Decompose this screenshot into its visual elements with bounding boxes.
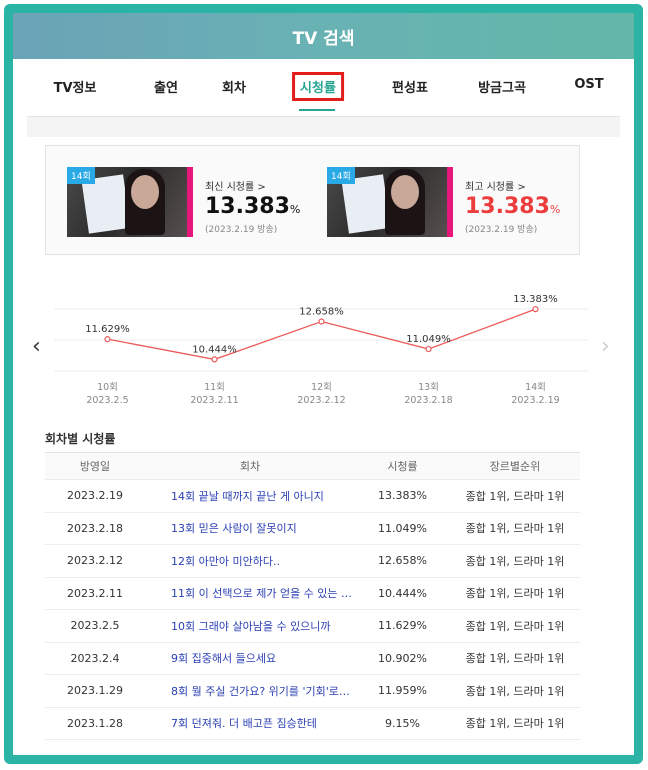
title-bar: TV 검색: [13, 13, 634, 59]
chart-prev-arrow[interactable]: ‹: [32, 334, 41, 359]
data-label: 11.629%: [85, 324, 130, 335]
episode-title-link[interactable]: 13회 믿은 사람이 잘못이지: [145, 520, 355, 536]
table-body: 2023.2.19 14회 끝날 때까지 끝난 게 아니지 13.383% 종합 1위…: [45, 480, 580, 740]
table-row: 2023.1.29 8회 뭘 주실 건가요? 위기를 '기회'로… 11.959% 종…: [45, 675, 580, 708]
x-tick-episode: 10회: [97, 382, 118, 393]
latest-rating-label[interactable]: 최신 시청률 >: [205, 178, 266, 193]
rating-cell: 10.444%: [378, 586, 427, 600]
rating-cell: 9.15%: [385, 716, 420, 730]
x-tick-episode: 14회: [525, 382, 546, 393]
latest-rating-date: (2023.2.19 방송): [205, 225, 278, 235]
table-row: 2023.2.18 13회 믿은 사람이 잘못이지 11.049% 종합 1위, 드라…: [45, 513, 580, 545]
data-label: 10.444%: [192, 344, 237, 355]
genre-rank-cell: 종합 1위, 드라마 1위: [465, 587, 565, 601]
tab-bar: TV정보 출연 회차 시청률 편성표 방금그곡 OST: [27, 59, 620, 117]
air-date-cell: 2023.2.4: [70, 651, 120, 665]
genre-rank-cell: 종합 1위, 드라마 1위: [465, 489, 565, 503]
x-tick-date: 2023.2.18: [404, 395, 452, 406]
air-date-cell: 2023.2.18: [67, 521, 123, 535]
rating-cell: 11.049%: [378, 521, 427, 535]
episode-thumbnail: 14회: [327, 167, 453, 237]
genre-rank-cell: 종합 1위, 드라마 1위: [465, 684, 565, 698]
tab-song-search[interactable]: 방금그곡: [478, 77, 526, 96]
air-date-cell: 2023.1.29: [67, 684, 123, 698]
data-point: [425, 345, 432, 353]
highest-rating-value: 13.383%: [465, 194, 561, 219]
episode-title-link[interactable]: 8회 뭘 주실 건가요? 위기를 '기회'로…: [145, 683, 355, 699]
table-header: 방영일 회차 시청률 장르별순위: [45, 452, 580, 480]
episode-badge: 14회: [327, 167, 355, 184]
rating-cell: 11.959%: [378, 684, 427, 698]
tab-ost[interactable]: OST: [574, 77, 603, 92]
rating-cell: 13.383%: [378, 489, 427, 503]
genre-rank-cell: 종합 1위, 드라마 1위: [465, 619, 565, 633]
data-point: [104, 336, 111, 343]
table-row: 2023.2.19 14회 끝날 때까지 끝난 게 아니지 13.383% 종합 1위…: [45, 480, 580, 513]
section-title: 회차별 시청률: [45, 432, 116, 446]
rating-cell: 10.902%: [378, 651, 427, 665]
air-date-cell: 2023.2.19: [67, 489, 123, 503]
episode-thumbnail: 14회: [67, 167, 193, 237]
air-date-cell: 2023.1.28: [67, 716, 123, 730]
genre-rank-cell: 종합 1위, 드라마 1위: [465, 522, 565, 536]
header-episode: 회차: [239, 460, 261, 473]
x-tick-episode: 13회: [418, 382, 439, 393]
episode-title-link[interactable]: 9회 집중해서 들으세요: [145, 650, 355, 666]
tab-ratings[interactable]: 시청률: [292, 72, 344, 101]
genre-rank-cell: 종합 1위, 드라마 1위: [465, 652, 565, 666]
rating-cell: 12.658%: [378, 554, 427, 568]
chart-next-arrow[interactable]: ›: [601, 334, 610, 359]
episode-title-link[interactable]: 10회 그래야 살아남을 수 있으니까: [145, 618, 355, 634]
data-point: [532, 306, 539, 313]
table-row: 2023.2.4 9회 집중해서 들으세요 10.902% 종합 1위, 드라마 1위: [45, 643, 580, 675]
episode-title-link[interactable]: 11회 이 선택으로 제가 얻을 수 있는 …: [145, 585, 355, 601]
data-point: [318, 318, 325, 325]
rating-cell: 11.629%: [378, 619, 427, 633]
header-air-date: 방영일: [79, 460, 111, 473]
header-genre-rank: 장르별순위: [489, 460, 541, 473]
x-tick-date: 2023.2.19: [511, 395, 559, 406]
table-row: 2023.2.12 12회 아만아 미안하다.. 12.658% 종합 1위, 드라마…: [45, 545, 580, 578]
tab-tv-info[interactable]: TV정보: [54, 77, 97, 96]
tab-cast[interactable]: 출연: [154, 77, 178, 96]
x-tick-episode: 11회: [204, 382, 225, 393]
highest-rating-label[interactable]: 최고 시청률 >: [465, 178, 526, 193]
ratings-chart: 11.629% 10회 2023.2.5 10.444% 11회 2023.2.11 12.…: [14, 285, 625, 415]
x-tick-date: 2023.2.5: [86, 395, 128, 406]
active-tab-indicator: [299, 109, 335, 111]
episode-title-link[interactable]: 7회 던져줘. 더 배고픈 짐승한테: [145, 715, 355, 731]
data-point: [211, 356, 218, 363]
highest-rating-date: (2023.2.19 방송): [465, 225, 538, 235]
table-row: 2023.2.11 11회 이 선택으로 제가 얻을 수 있는 … 10.444% 종…: [45, 578, 580, 610]
rating-summary: 14회 최신 시청률 > 13.383% (2023.2.19 방송) 14회 …: [45, 145, 580, 255]
latest-rating-value: 13.383%: [205, 194, 301, 219]
ratings-table: 방영일 회차 시청률 장르별순위 2023.2.19 14회 끝날 때까지 끝난 …: [45, 452, 580, 740]
table-row: 2023.1.28 7회 던져줘. 더 배고픈 짐승한테 9.15% 종합 1위, 드…: [45, 708, 580, 740]
table-row: 2023.2.5 10회 그래야 살아남을 수 있으니까 11.629% 종합 1위,…: [45, 610, 580, 643]
air-date-cell: 2023.2.12: [67, 554, 123, 568]
genre-rank-cell: 종합 1위, 드라마 1위: [465, 554, 565, 568]
air-date-cell: 2023.2.5: [70, 619, 120, 633]
ratings-line-chart: 11.629% 10회 2023.2.5 10.444% 11회 2023.2.11 12.…: [32, 294, 610, 406]
x-tick-episode: 12회: [311, 382, 332, 393]
genre-rank-cell: 종합 1위, 드라마 1위: [465, 717, 565, 731]
divider-band: [27, 117, 620, 137]
tab-episodes[interactable]: 회차: [222, 77, 246, 96]
episode-title-link[interactable]: 14회 끝날 때까지 끝난 게 아니지: [145, 488, 355, 504]
tab-schedule[interactable]: 편성표: [392, 77, 428, 96]
episode-badge: 14회: [67, 167, 95, 184]
data-label: 12.658%: [299, 307, 344, 318]
data-label: 13.383%: [513, 294, 558, 305]
episode-title-link[interactable]: 12회 아만아 미안하다..: [145, 553, 355, 569]
air-date-cell: 2023.2.11: [67, 586, 123, 600]
window-title: TV 검색: [292, 28, 355, 49]
header-rating: 시청률: [387, 460, 418, 473]
data-label: 11.049%: [406, 334, 451, 345]
x-tick-date: 2023.2.11: [190, 395, 238, 406]
x-tick-date: 2023.2.12: [297, 395, 345, 406]
